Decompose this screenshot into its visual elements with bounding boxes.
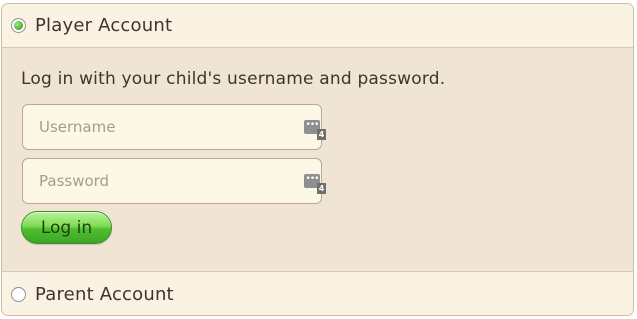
username-field[interactable]: ••• 4 (22, 104, 326, 150)
parent-account-option[interactable]: Parent Account (2, 271, 633, 315)
password-field[interactable]: ••• 4 (22, 158, 326, 204)
password-input[interactable] (23, 159, 303, 203)
player-account-option[interactable]: Player Account (2, 4, 633, 48)
player-account-label[interactable]: Player Account (35, 15, 172, 36)
login-button[interactable]: Log in (21, 211, 112, 244)
password-manager-badge: 4 (317, 183, 326, 194)
login-panel: Player Account Log in with your child's … (1, 3, 634, 316)
parent-account-label[interactable]: Parent Account (35, 284, 174, 305)
login-instructions: Log in with your child's username and pa… (21, 69, 446, 89)
password-manager-badge: 4 (317, 129, 326, 140)
parent-account-radio[interactable] (11, 287, 26, 302)
radio-selected-dot (14, 21, 23, 30)
player-account-radio[interactable] (11, 18, 26, 33)
username-input[interactable] (23, 105, 303, 149)
